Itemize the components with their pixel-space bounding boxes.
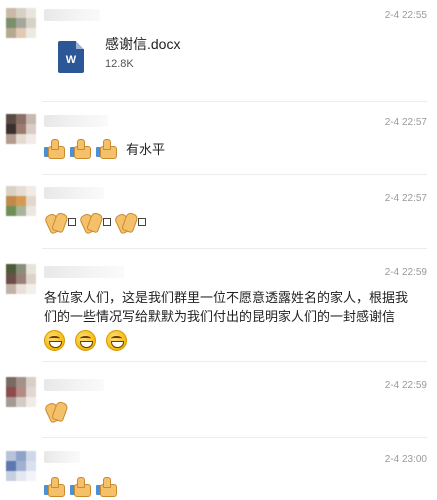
message-time: 2-4 22:55 bbox=[384, 10, 427, 21]
file-size: 12.8K bbox=[105, 58, 134, 70]
missing-glyph-box bbox=[138, 218, 146, 226]
thumbs-up-icon bbox=[96, 138, 118, 159]
message-content bbox=[44, 476, 122, 497]
clapping-hands-icon bbox=[113, 211, 139, 235]
sender-name-blurred bbox=[44, 451, 80, 463]
thumbs-up-icon bbox=[44, 138, 66, 159]
sender-name-blurred bbox=[44, 379, 104, 391]
grinning-face-icon bbox=[44, 330, 65, 352]
sender-name-blurred bbox=[44, 115, 108, 127]
missing-glyph-box bbox=[68, 218, 76, 226]
thumbs-up-icon bbox=[44, 476, 66, 497]
avatar[interactable] bbox=[6, 264, 36, 294]
divider bbox=[42, 248, 427, 249]
divider bbox=[42, 174, 427, 175]
message-content: 有水平 bbox=[44, 138, 166, 159]
sender-name-blurred bbox=[44, 9, 100, 21]
avatar[interactable] bbox=[6, 186, 36, 216]
clapping-hands-icon bbox=[78, 211, 104, 235]
message-text-line: 各位家人们，这是我们群里一位不愿意透露姓名的家人，根据我 bbox=[44, 290, 409, 305]
avatar[interactable] bbox=[6, 114, 36, 144]
grinning-face-icon bbox=[75, 330, 96, 352]
clapping-hands-icon bbox=[43, 211, 69, 235]
message-time: 2-4 22:57 bbox=[384, 117, 427, 128]
avatar[interactable] bbox=[6, 451, 36, 481]
grinning-face-icon bbox=[106, 330, 127, 352]
message-time: 2-4 22:57 bbox=[384, 193, 427, 204]
message-time: 2-4 23:00 bbox=[384, 454, 427, 465]
avatar[interactable] bbox=[6, 8, 36, 38]
message-time: 2-4 22:59 bbox=[384, 380, 427, 391]
thumbs-up-icon bbox=[96, 476, 118, 497]
message-time: 2-4 22:59 bbox=[384, 267, 427, 278]
sender-name-blurred bbox=[44, 187, 104, 199]
message-text: 有水平 bbox=[126, 141, 166, 157]
missing-glyph-box bbox=[103, 218, 111, 226]
thumbs-up-icon bbox=[70, 476, 92, 497]
clapping-hands-icon bbox=[43, 400, 69, 424]
word-document-icon: W bbox=[58, 41, 84, 73]
avatar[interactable] bbox=[6, 377, 36, 407]
divider bbox=[42, 101, 427, 102]
sender-name-blurred bbox=[44, 266, 124, 278]
message-content: 各位家人们，这是我们群里一位不愿意透露姓名的家人，根据我 们的一些情况写给默默为… bbox=[44, 288, 414, 352]
file-name: 感谢信.docx bbox=[105, 36, 181, 52]
thumbs-up-icon bbox=[70, 138, 92, 159]
message-content bbox=[43, 211, 149, 235]
divider bbox=[42, 437, 427, 438]
message-text-line: 们的一些情况写给默默为我们付出的昆明家人们的一封感谢信 bbox=[44, 309, 396, 324]
divider bbox=[42, 361, 427, 362]
message-content bbox=[43, 400, 69, 424]
